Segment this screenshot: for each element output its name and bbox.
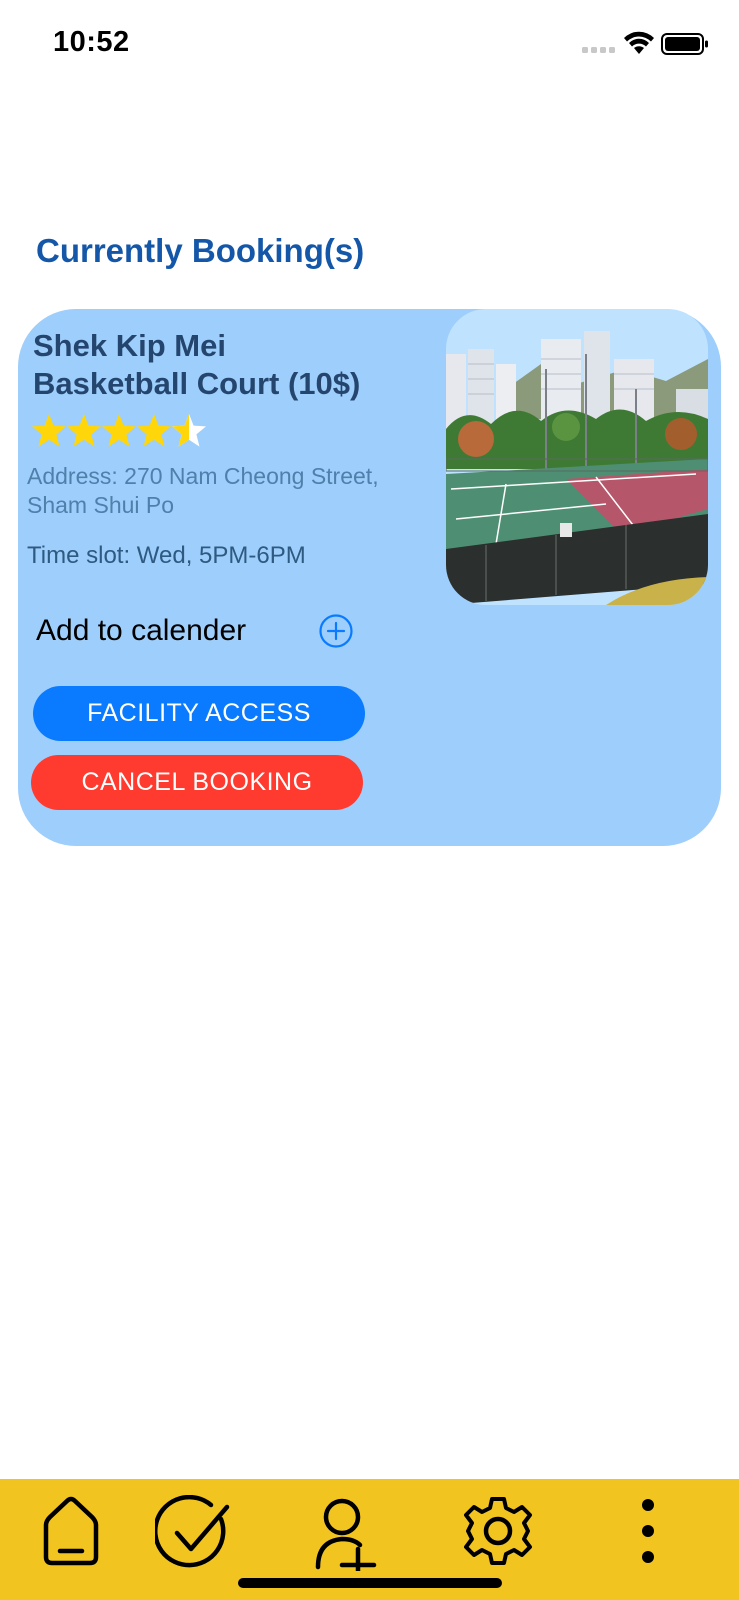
facility-access-button[interactable]: FACILITY ACCESS <box>33 686 365 741</box>
court-address: Address: 270 Nam Cheong Street, Sham Shu… <box>27 463 379 518</box>
home-icon[interactable] <box>40 1495 102 1567</box>
star-icon <box>137 414 171 447</box>
page-title: Currently Booking(s) <box>36 232 365 269</box>
add-to-calendar-plus-icon[interactable] <box>318 613 354 649</box>
rating-stars <box>32 414 206 447</box>
booking-card: Shek Kip Mei Basketball Court (10$) Addr… <box>18 309 721 846</box>
cancel-booking-button[interactable]: CANCEL BOOKING <box>31 755 363 810</box>
home-indicator[interactable] <box>238 1578 502 1588</box>
time-slot: Time slot: Wed, 5PM-6PM <box>27 542 306 569</box>
star-icon <box>102 414 136 447</box>
half-star-icon <box>172 414 206 447</box>
add-to-calendar-label: Add to calender <box>36 614 247 647</box>
court-name: Shek Kip Mei Basketball Court (10$) <box>33 327 433 403</box>
gear-icon[interactable] <box>462 1495 534 1567</box>
wifi-icon <box>624 31 654 54</box>
court-photo <box>446 309 708 605</box>
star-icon <box>32 414 66 447</box>
court-name-text: Shek Kip Mei Basketball Court (10$) <box>33 328 361 401</box>
status-time: 10:52 <box>53 26 130 58</box>
star-icon <box>67 414 101 447</box>
more-vertical-icon[interactable] <box>632 1495 664 1567</box>
bookings-screen: 10:52 Currently Booking(s) Shek Kip Mei … <box>0 0 739 1600</box>
cellular-signal-icon <box>582 47 615 53</box>
checkmark-icon[interactable] <box>155 1495 231 1571</box>
battery-icon <box>661 33 708 55</box>
add-user-icon[interactable] <box>314 1495 378 1571</box>
